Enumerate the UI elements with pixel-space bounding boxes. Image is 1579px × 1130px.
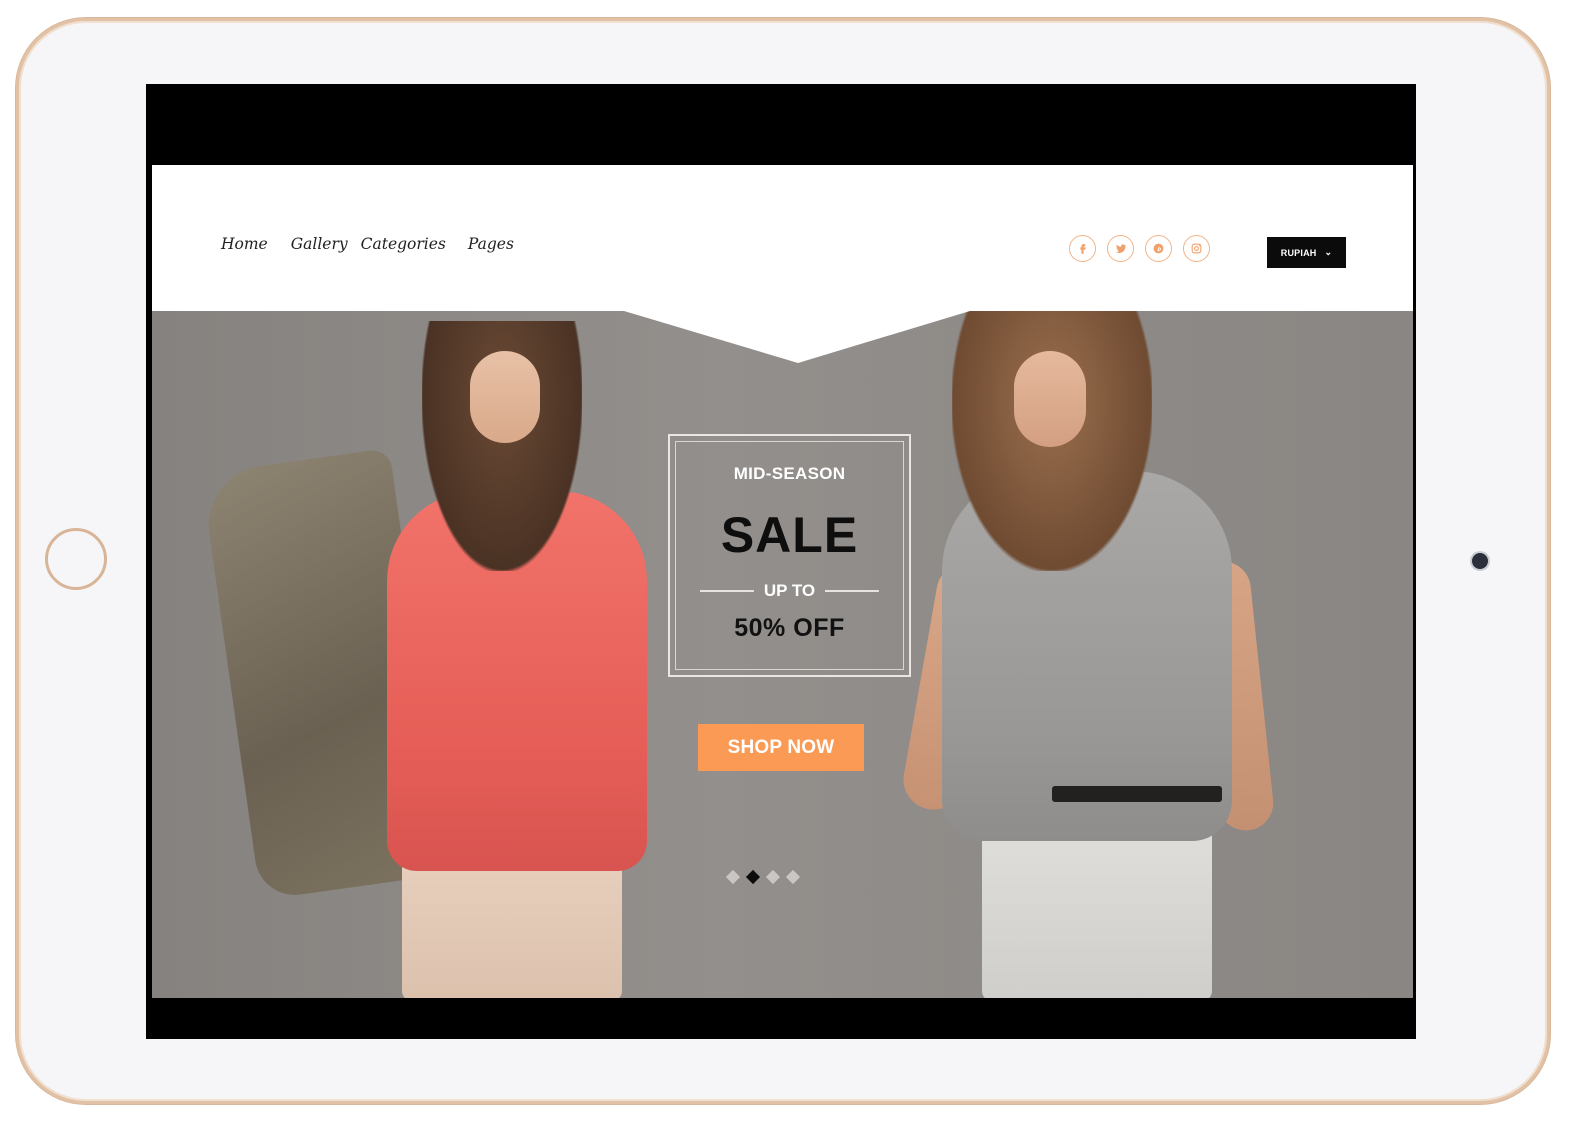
slider-dot[interactable] [765, 869, 781, 885]
shop-now-button[interactable]: SHOP NOW [698, 724, 864, 771]
promo-upto-row: UP TO [700, 581, 879, 601]
twitter-icon[interactable] [1107, 235, 1134, 262]
social-links [1069, 235, 1210, 262]
nav-categories[interactable]: Categories [361, 235, 446, 253]
website: Home Gallery Categories Pages RUPIAH ⌄ M… [152, 165, 1413, 998]
tablet-screen: Home Gallery Categories Pages RUPIAH ⌄ M… [146, 84, 1416, 1039]
nav-gallery[interactable]: Gallery [291, 235, 348, 253]
slider-dot-active[interactable] [745, 869, 761, 885]
slider-dot[interactable] [725, 869, 741, 885]
model-right-belt [1052, 786, 1222, 802]
promo-upto: UP TO [763, 581, 816, 600]
nav-home[interactable]: Home [221, 235, 268, 253]
divider-left [700, 590, 754, 592]
currency-dropdown[interactable]: RUPIAH ⌄ [1267, 237, 1346, 268]
site-header: Home Gallery Categories Pages RUPIAH ⌄ [152, 165, 1413, 311]
currency-label: RUPIAH [1280, 247, 1317, 258]
main-nav: Home Gallery Categories Pages [221, 235, 514, 253]
promo-discount: 50% OFF [670, 614, 909, 643]
nav-pages[interactable]: Pages [468, 235, 514, 253]
pinterest-icon[interactable] [1145, 235, 1172, 262]
slider-dot[interactable] [785, 869, 801, 885]
facebook-icon[interactable] [1069, 235, 1096, 262]
promo-discount-value: 50% [734, 614, 786, 642]
home-button[interactable] [45, 528, 107, 590]
promo-headline: SALE [720, 507, 859, 563]
promo-off: OFF [793, 614, 845, 642]
promo-eyebrow: MID-SEASON [733, 464, 846, 483]
slider-pagination [725, 869, 801, 885]
chevron-down-icon: ⌄ [1324, 247, 1333, 257]
header-notch [624, 311, 970, 363]
divider-right [825, 590, 879, 592]
instagram-icon[interactable] [1183, 235, 1210, 262]
hero-banner: MID-SEASON SALE UP TO 50% OFF SHOP NOW [152, 311, 1413, 998]
front-camera [1472, 553, 1488, 569]
promo-box: MID-SEASON SALE UP TO 50% OFF [668, 434, 911, 677]
